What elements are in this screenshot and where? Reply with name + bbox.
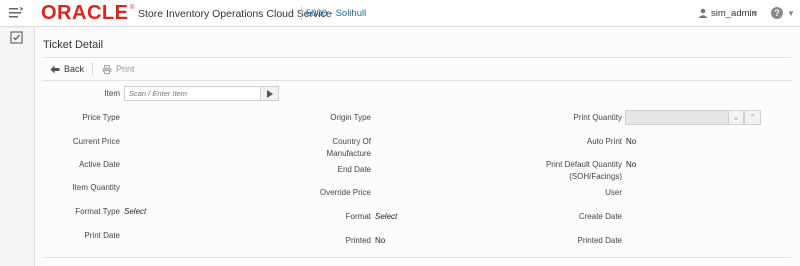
current-price-label: Current Price [72, 137, 120, 146]
item-label: Item [104, 89, 120, 98]
menu-icon[interactable] [9, 7, 23, 19]
country-of-manufacture-label: Country Of Manufacture [326, 137, 371, 158]
arrow-left-icon [50, 65, 60, 73]
item-quantity-label: Item Quantity [72, 183, 120, 192]
divider [43, 80, 791, 81]
printed-date-label: Printed Date [577, 236, 622, 245]
print-quantity-label: Print Quantity [573, 113, 622, 122]
format-type-label: Format Type [75, 207, 120, 216]
printed-value: No [375, 236, 386, 245]
format-select[interactable]: Select [375, 211, 397, 223]
origin-type-label: Origin Type [330, 113, 371, 122]
user-icon[interactable] [698, 8, 708, 18]
back-label: Back [64, 64, 85, 74]
toolbar-divider [92, 62, 93, 75]
override-price-label: Override Price [319, 188, 371, 197]
format-type-select[interactable]: Select [124, 206, 146, 218]
task-checklist-icon[interactable] [10, 31, 23, 44]
chevron-down-icon[interactable]: ▼ [787, 9, 795, 18]
print-default-quantity-value: No [626, 160, 637, 169]
item-input[interactable] [124, 86, 260, 101]
user-label: User [605, 188, 622, 197]
sidebar [0, 27, 35, 266]
printer-icon [102, 64, 112, 74]
print-quantity-input[interactable] [625, 110, 729, 125]
page-title: Ticket Detail [43, 39, 104, 51]
print-button[interactable]: Print [102, 62, 135, 76]
auto-print-value: No [626, 137, 637, 146]
printed-label: Printed [345, 236, 371, 245]
active-date-label: Active Date [79, 160, 120, 169]
print-date-label: Print Date [84, 231, 120, 240]
item-submit-button[interactable] [260, 86, 279, 101]
price-type-label: Price Type [82, 113, 120, 122]
print-default-quantity-label: Print Default Quantity (SOH/Facings) [545, 160, 622, 181]
app-header: ORACLE ® Store Inventory Operations Clou… [0, 0, 800, 27]
print-label: Print [116, 64, 135, 74]
chevron-down-icon[interactable]: ▼ [751, 9, 759, 18]
back-button[interactable]: Back [50, 62, 84, 76]
create-date-label: Create Date [578, 212, 622, 221]
divider [43, 57, 791, 58]
app-title: Store Inventory Operations Cloud Service [138, 8, 332, 20]
header-divider [301, 7, 302, 20]
auto-print-label: Auto Print [586, 137, 622, 146]
help-icon[interactable]: ? [771, 7, 783, 19]
oracle-logo: ORACLE [41, 2, 129, 24]
divider [43, 257, 791, 258]
chevron-up-icon[interactable]: ⌃ [744, 110, 761, 125]
chevron-down-icon[interactable]: ⌄ [728, 110, 744, 125]
registered-mark: ® [130, 5, 135, 11]
end-date-label: End Date [337, 165, 371, 174]
format-label: Format [345, 212, 371, 221]
store-selector[interactable]: 5000 - Solihull [306, 8, 366, 19]
